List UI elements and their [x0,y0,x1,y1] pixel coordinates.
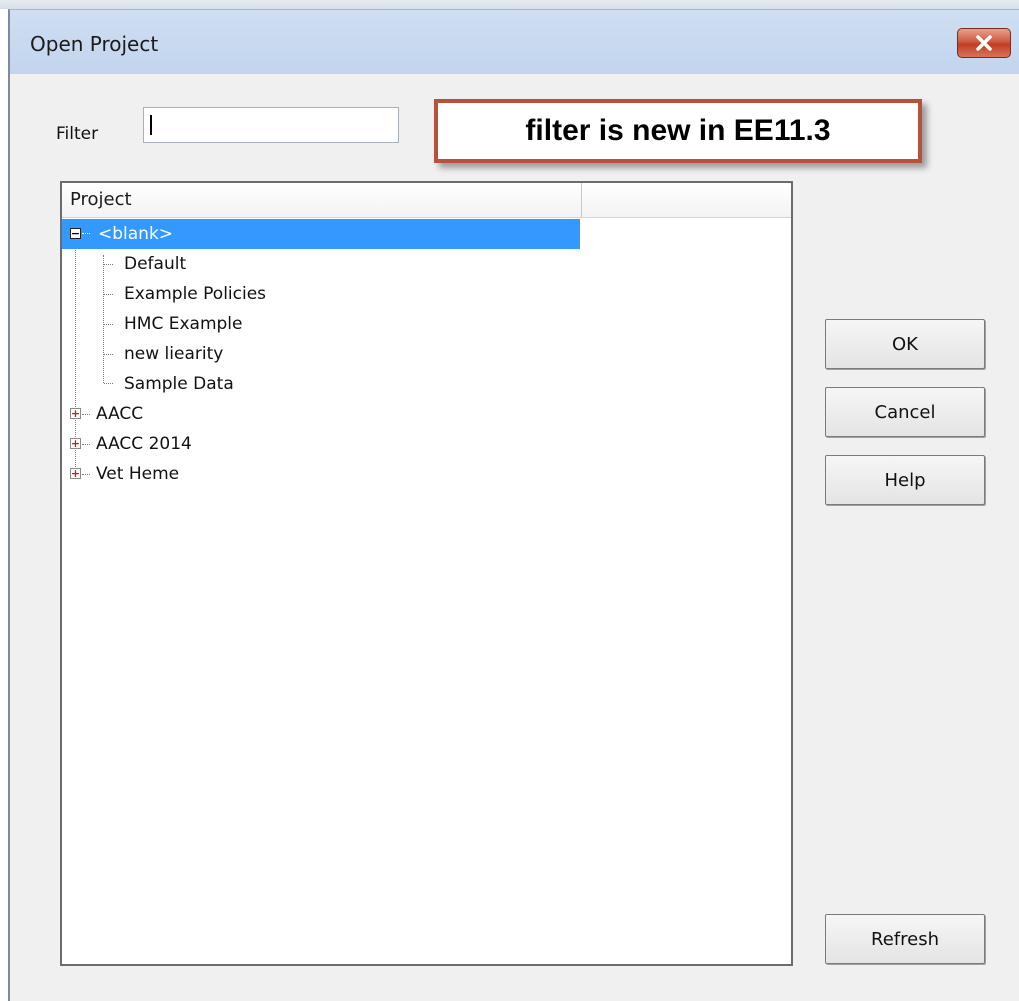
refresh-button[interactable]: Refresh [825,914,985,964]
tree-item-aacc-2014[interactable]: + AACC 2014 [62,429,362,459]
tree-item-vet-heme[interactable]: + Vet Heme [62,459,362,489]
cancel-button[interactable]: Cancel [825,387,985,437]
tree-line [82,233,90,234]
close-icon [976,35,992,51]
tree-item-label: Example Policies [124,284,267,304]
ok-button[interactable]: OK [825,319,985,369]
text-caret [150,115,152,135]
tree-line [104,264,113,265]
tree-item-label: HMC Example [124,314,243,334]
annotation-callout: filter is new in EE11.3 [434,99,922,163]
annotation-text: filter is new in EE11.3 [525,114,831,147]
tree-item-label: AACC 2014 [96,434,192,454]
title-bar: Open Project [10,10,1019,74]
tree-line [103,255,104,383]
dialog-body: Filter filter is new in EE11.3 Project −… [10,74,1019,1001]
help-button[interactable]: Help [825,455,985,505]
background-strip [0,0,1019,9]
tree-item-new-liearity[interactable]: new liearity [124,339,223,369]
tree-item-label: new liearity [124,344,224,364]
tree-line [104,324,113,325]
close-button[interactable] [957,28,1011,58]
tree-line [104,383,113,384]
expand-icon[interactable]: + [70,438,81,449]
expand-icon[interactable]: + [70,468,81,479]
tree-item-label: Default [124,254,187,274]
tree-item-aacc[interactable]: + AACC [62,399,362,429]
column-header-label: Project [70,189,132,210]
tree-item-example-policies[interactable]: Example Policies [124,279,266,309]
tree-item-label: AACC [96,404,144,424]
column-header-empty[interactable] [582,183,791,217]
filter-input[interactable] [143,107,399,143]
tree-item-label: Vet Heme [96,464,180,484]
tree-line [104,294,113,295]
tree-item-blank[interactable]: − <blank> [62,219,580,249]
tree-item-sample-data[interactable]: Sample Data [124,369,234,399]
tree-item-default[interactable]: Default [124,249,186,279]
tree-line [104,354,113,355]
open-project-dialog: Open Project Filter filter is new in EE1… [8,9,1019,1001]
expand-icon[interactable]: + [70,408,81,419]
dialog-title: Open Project [30,32,159,56]
collapse-icon[interactable]: − [70,228,81,239]
filter-label: Filter [56,124,99,144]
tree-item-label: Sample Data [124,374,234,394]
column-header-project[interactable]: Project [62,183,582,217]
project-tree[interactable]: Project − <blank> Default Example Polici… [60,181,793,966]
column-header-row: Project [62,183,791,218]
tree-item-label: <blank> [98,224,174,244]
tree-item-hmc-example[interactable]: HMC Example [124,309,242,339]
